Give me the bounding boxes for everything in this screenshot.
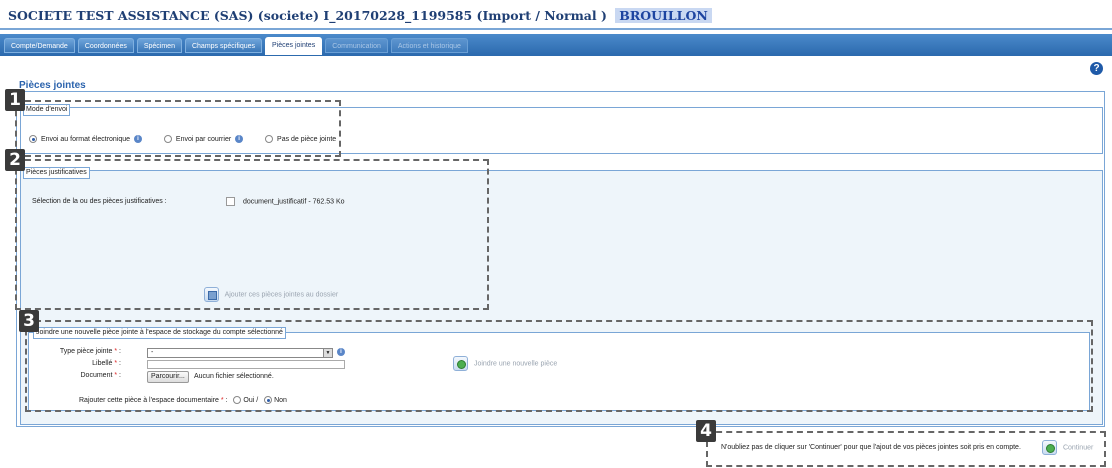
callout-badge-2: 2	[5, 149, 25, 171]
section-title: Pièces jointes	[19, 80, 86, 91]
tab-compte-demande[interactable]: Compte/Demande	[4, 38, 75, 53]
tab-coordonnees[interactable]: Coordonnées	[77, 38, 134, 53]
tab-specimen[interactable]: Spécimen	[136, 38, 182, 53]
callout-box-4	[706, 431, 1106, 467]
tab-communication: Communication	[325, 38, 388, 53]
page-title-text: SOCIETE TEST ASSISTANCE (SAS) (societe) …	[8, 8, 607, 23]
callout-badge-3: 3	[19, 310, 39, 332]
tab-bar: Compte/Demande Coordonnées Spécimen Cham…	[0, 34, 1112, 56]
help-icon[interactable]: ?	[1090, 62, 1103, 75]
title-divider	[0, 28, 1112, 30]
callout-box-2	[15, 159, 489, 310]
tab-champs-specifiques[interactable]: Champs spécifiques	[184, 38, 263, 53]
tab-list: Compte/Demande Coordonnées Spécimen Cham…	[4, 37, 468, 56]
callout-box-3	[25, 320, 1093, 412]
callout-box-1	[15, 100, 341, 157]
tab-pieces-jointes[interactable]: Pièces jointes	[265, 37, 323, 55]
title-bar: SOCIETE TEST ASSISTANCE (SAS) (societe) …	[0, 0, 1112, 31]
callout-badge-1: 1	[5, 89, 25, 111]
callout-badge-4: 4	[696, 420, 716, 442]
status-badge: BROUILLON	[615, 8, 712, 23]
page-title: SOCIETE TEST ASSISTANCE (SAS) (societe) …	[8, 8, 712, 23]
tab-actions-historique: Actions et historique	[390, 38, 468, 53]
